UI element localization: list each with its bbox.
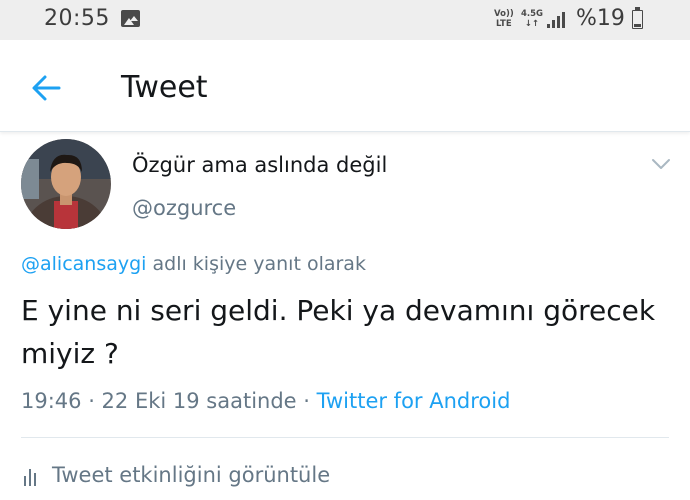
reply-context-label: adlı kişiye yanıt olarak	[146, 253, 366, 275]
image-notification-icon	[121, 10, 140, 27]
tweet-meta: 19:46 · 22 Eki 19 saatinde · Twitter for…	[21, 389, 510, 413]
divider	[21, 437, 669, 438]
volte-label: Vo))	[494, 9, 514, 19]
back-button[interactable]	[28, 70, 64, 106]
bar-chart-icon	[24, 468, 40, 486]
reply-context: @alicansaygi adlı kişiye yanıt olarak	[21, 253, 366, 275]
page-title: Tweet	[121, 70, 208, 105]
status-time: 20:55	[44, 6, 110, 31]
network-type-label: 4.5G	[521, 9, 544, 19]
tweet-text: E yine ni seri geldi. Peki ya devamını g…	[21, 294, 656, 370]
network-type-indicator: 4.5G ↓↑	[521, 9, 543, 29]
tweet-source-link[interactable]: Twitter for Android	[317, 389, 511, 413]
view-tweet-activity-label: Tweet etkinliğini görüntüle	[52, 463, 331, 487]
arrow-left-icon	[32, 75, 61, 101]
data-activity-arrows: ↓↑	[524, 19, 540, 29]
battery-icon	[632, 7, 643, 29]
reply-mention-link[interactable]: @alicansaygi	[21, 253, 146, 275]
volte-indicator: Vo)) LTE	[494, 9, 514, 29]
author-handle[interactable]: @ozgurce	[132, 196, 236, 220]
status-bar: 20:55 Vo)) LTE 4.5G ↓↑ %19	[0, 0, 690, 40]
profile-photo-icon	[21, 139, 111, 229]
chevron-down-icon	[652, 159, 670, 169]
app-header: Tweet	[0, 40, 690, 132]
avatar[interactable]	[21, 139, 111, 229]
tweet-options-button[interactable]	[648, 153, 674, 175]
battery-percentage: %19	[576, 6, 625, 31]
author-display-name[interactable]: Özgür ama aslında değil	[132, 153, 387, 177]
lte-label: LTE	[496, 19, 512, 29]
signal-strength-icon	[547, 12, 569, 28]
tweet-timestamp: 19:46 · 22 Eki 19 saatinde ·	[21, 389, 317, 413]
